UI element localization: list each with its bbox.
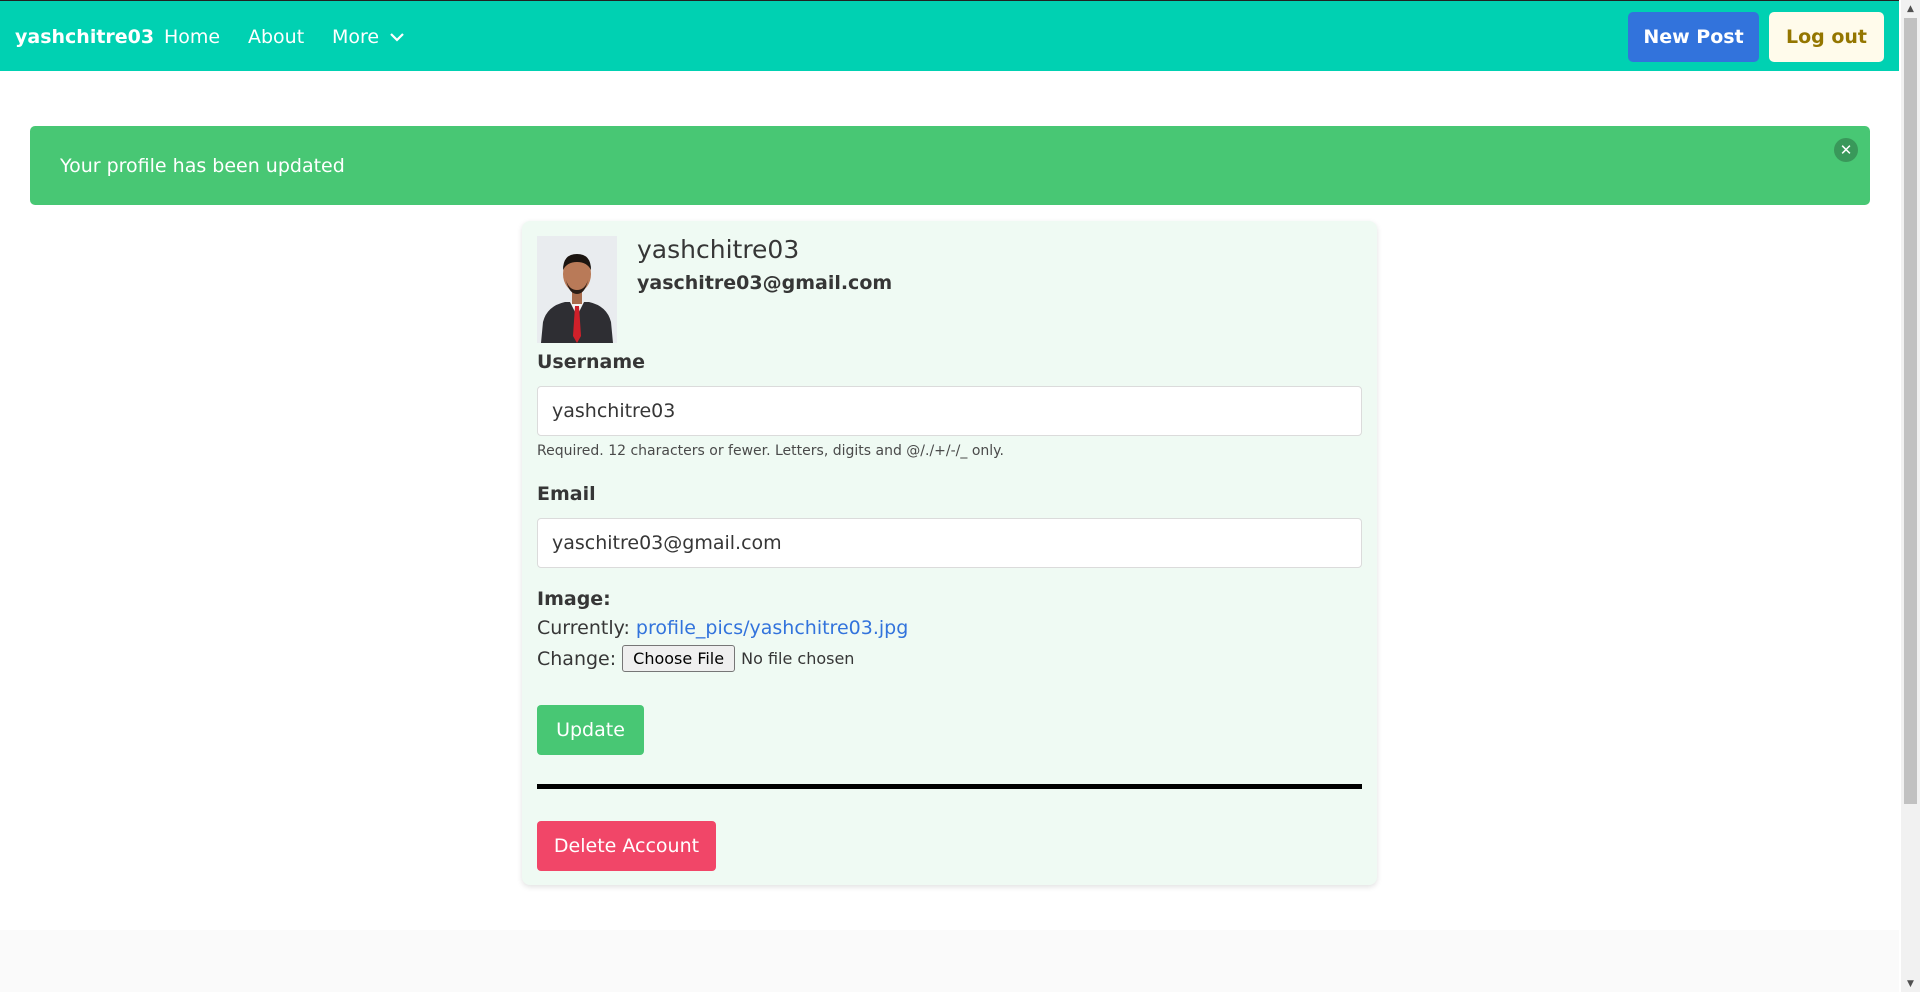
username-help-text: Required. 12 characters or fewer. Letter… bbox=[537, 443, 1004, 459]
scroll-down-arrow-icon[interactable]: ▼ bbox=[1901, 975, 1920, 992]
navbar: yashchitre03 Home About More New Post Lo… bbox=[0, 0, 1899, 71]
username-label: Username bbox=[537, 351, 646, 373]
avatar-photo bbox=[537, 236, 617, 343]
scroll-thumb[interactable] bbox=[1904, 18, 1917, 804]
brand-link[interactable]: yashchitre03 bbox=[15, 1, 154, 72]
nav-about-link[interactable]: About bbox=[248, 1, 304, 72]
current-image-link[interactable]: profile_pics/yashchitre03.jpg bbox=[636, 617, 908, 639]
update-button[interactable]: Update bbox=[537, 705, 644, 755]
close-icon[interactable]: ✕ bbox=[1834, 138, 1858, 162]
profile-username: yashchitre03 bbox=[637, 235, 800, 264]
email-label: Email bbox=[537, 483, 596, 505]
nav-more-label: More bbox=[332, 25, 380, 48]
email-input[interactable]: yaschitre03@gmail.com bbox=[537, 518, 1362, 568]
avatar bbox=[537, 236, 617, 343]
change-image-row: Change: Choose File No file chosen bbox=[537, 645, 854, 672]
notification-message: Your profile has been updated bbox=[60, 154, 345, 177]
profile-card: yashchitre03 yaschitre03@gmail.com Usern… bbox=[522, 221, 1377, 885]
nav-more-dropdown[interactable]: More bbox=[332, 1, 405, 72]
footer bbox=[0, 930, 1899, 992]
new-post-button[interactable]: New Post bbox=[1628, 12, 1759, 62]
chevron-down-icon bbox=[390, 32, 404, 42]
scrollbar[interactable]: ▲ ▼ bbox=[1901, 0, 1920, 992]
divider bbox=[537, 784, 1362, 789]
scroll-up-arrow-icon[interactable]: ▲ bbox=[1901, 0, 1920, 17]
currently-label: Currently: bbox=[537, 617, 630, 639]
success-notification: Your profile has been updated ✕ bbox=[30, 126, 1870, 205]
delete-account-button[interactable]: Delete Account bbox=[537, 821, 716, 871]
change-label: Change: bbox=[537, 647, 617, 670]
profile-email: yaschitre03@gmail.com bbox=[637, 272, 893, 294]
username-input[interactable]: yashchitre03 bbox=[537, 386, 1362, 436]
logout-button[interactable]: Log out bbox=[1769, 12, 1884, 62]
choose-file-button[interactable]: Choose File bbox=[622, 645, 736, 672]
file-status: No file chosen bbox=[741, 649, 855, 668]
nav-home-link[interactable]: Home bbox=[164, 1, 220, 72]
current-image-row: Currently: profile_pics/yashchitre03.jpg bbox=[537, 617, 908, 639]
image-label: Image: bbox=[537, 588, 611, 610]
